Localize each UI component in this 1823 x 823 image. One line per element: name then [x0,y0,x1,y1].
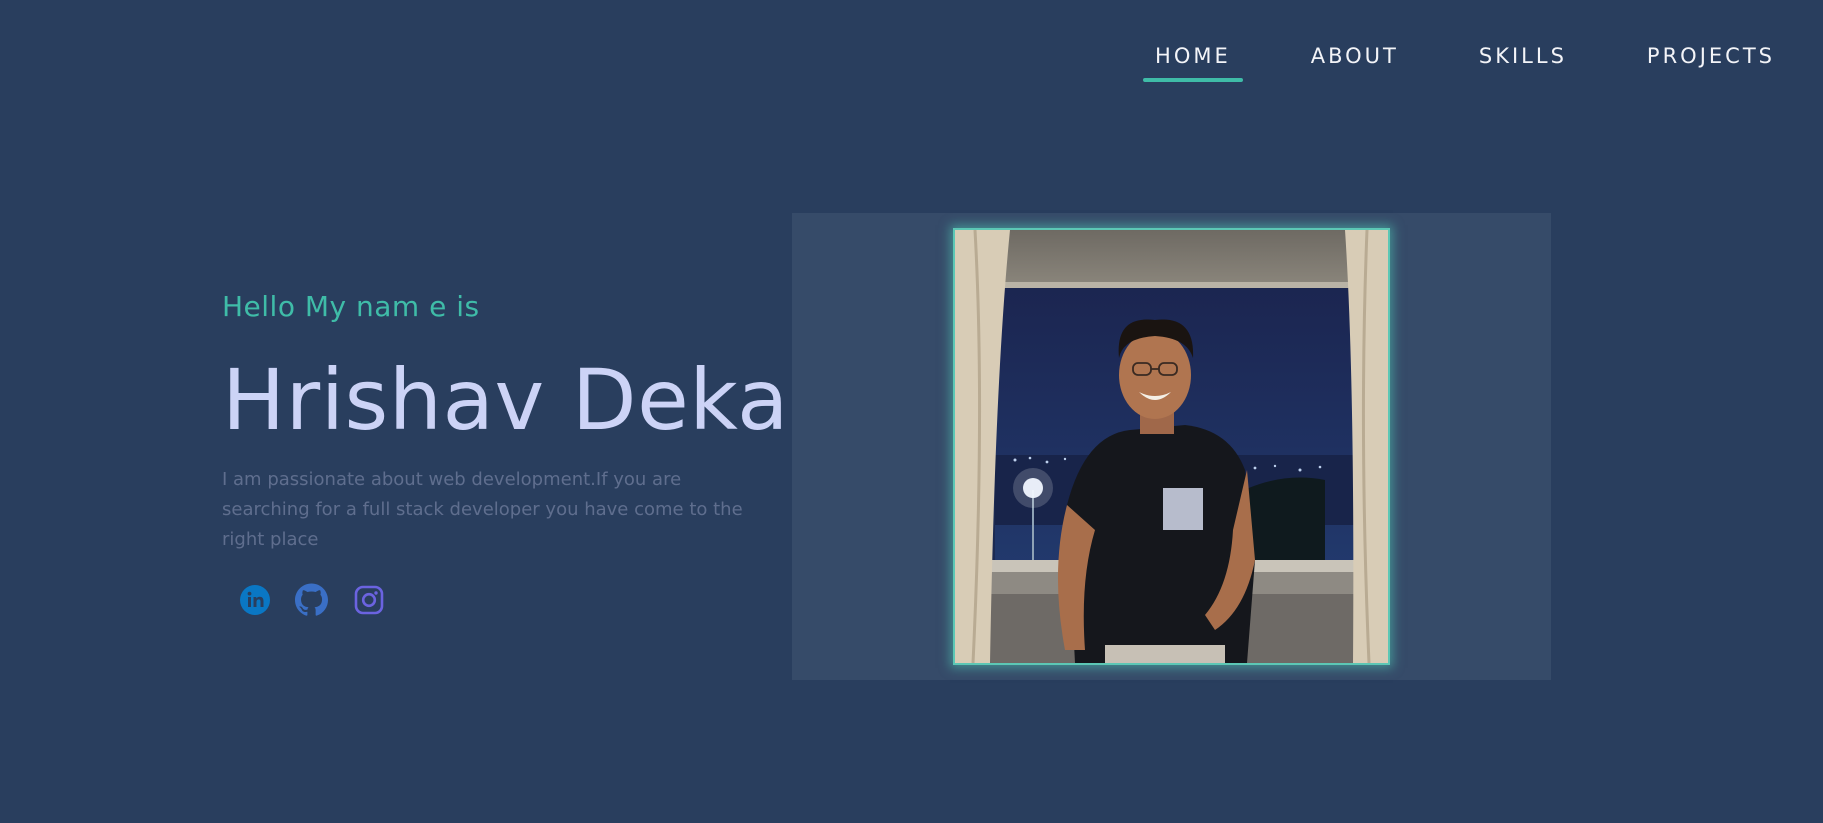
instagram-link[interactable] [352,583,385,616]
portfolio-page: HOME ABOUT SKILLS PROJECTS Hello My nam … [0,0,1823,823]
social-links [238,583,782,616]
nav-projects[interactable]: PROJECTS [1635,44,1787,82]
instagram-icon [354,585,383,614]
github-icon [295,583,328,616]
nav-about[interactable]: ABOUT [1299,44,1411,82]
nav-skills[interactable]: SKILLS [1467,44,1579,82]
main-nav: HOME ABOUT SKILLS PROJECTS [1143,44,1787,82]
profile-photo-panel [792,213,1551,680]
hero-description: I am passionate about web development.If… [222,469,743,550]
hero-name: Hrishav Deka [222,351,789,449]
linkedin-link[interactable] [238,583,271,616]
intro-section: Hello My nam e is Hrishav Deka I am pass… [222,290,789,616]
linkedin-icon [239,584,270,615]
nav-home[interactable]: HOME [1143,44,1243,82]
greeting-text: Hello My nam e is [222,290,480,323]
github-link[interactable] [295,583,328,616]
profile-photo [953,228,1390,665]
